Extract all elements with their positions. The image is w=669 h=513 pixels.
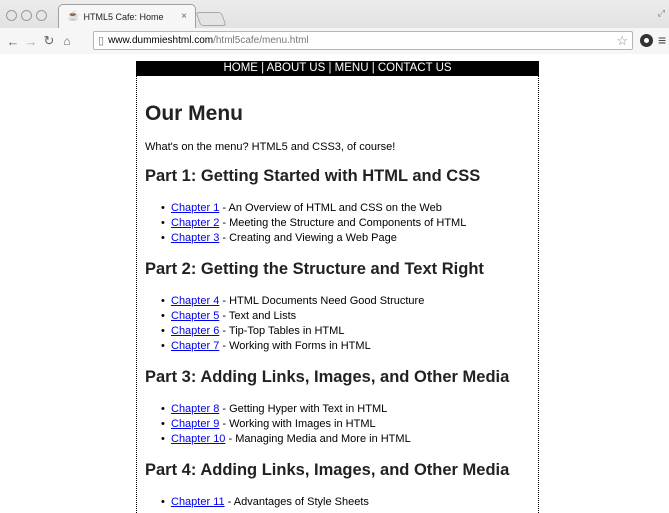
chapter-desc: - Tip-Top Tables in HTML bbox=[219, 325, 345, 337]
list-item: Chapter 2 - Meeting the Structure and Co… bbox=[161, 216, 530, 231]
list-item: Chapter 5 - Text and Lists bbox=[161, 309, 530, 324]
page-icon: ▯ bbox=[98, 35, 105, 47]
list-item: Chapter 7 - Working with Forms in HTML bbox=[161, 339, 530, 354]
chapter-link[interactable]: Chapter 4 bbox=[171, 295, 219, 307]
site-navbar: HOME | ABOUT US | MENU | CONTACT US bbox=[136, 61, 539, 76]
chapter-link[interactable]: Chapter 5 bbox=[171, 310, 219, 322]
star-icon[interactable]: ☆ bbox=[616, 33, 628, 49]
chapter-link[interactable]: Chapter 6 bbox=[171, 325, 219, 337]
chapter-link[interactable]: Chapter 7 bbox=[171, 340, 219, 352]
chapter-desc: - Getting Hyper with Text in HTML bbox=[219, 403, 388, 415]
list-item: Chapter 8 - Getting Hyper with Text in H… bbox=[161, 402, 530, 417]
part-heading: Part 3: Adding Links, Images, and Other … bbox=[145, 368, 510, 386]
part-heading: Part 1: Getting Started with HTML and CS… bbox=[145, 167, 481, 185]
tab-title: HTML5 Cafe: Home bbox=[83, 11, 164, 22]
browser-toolbar: ← → ↻ ⌂ ▯ www.dummieshtml.com/html5cafe/… bbox=[0, 28, 669, 54]
chapter-desc: - Advantages of Style Sheets bbox=[224, 496, 369, 508]
intro-text: What's on the menu? HTML5 and CSS3, of c… bbox=[145, 141, 396, 153]
browser-tab[interactable]: ☕ HTML5 Cafe: Home × bbox=[58, 4, 196, 28]
chapter-link[interactable]: Chapter 3 bbox=[171, 232, 219, 244]
home-icon[interactable]: ⌂ bbox=[60, 34, 74, 48]
chapter-list: Chapter 11 - Advantages of Style Sheets bbox=[161, 495, 530, 510]
forward-icon[interactable]: → bbox=[24, 34, 38, 49]
chapter-desc: - Text and Lists bbox=[219, 310, 297, 322]
chapter-link[interactable]: Chapter 10 bbox=[171, 433, 225, 445]
page-title: Our Menu bbox=[145, 102, 243, 125]
back-icon[interactable]: ← bbox=[6, 34, 20, 49]
chapter-list: Chapter 1 - An Overview of HTML and CSS … bbox=[161, 201, 530, 246]
extension-icon[interactable] bbox=[640, 34, 653, 47]
minimize-window-button[interactable] bbox=[21, 10, 32, 21]
chapter-link[interactable]: Chapter 1 bbox=[171, 202, 219, 214]
chapter-link[interactable]: Chapter 11 bbox=[171, 496, 225, 508]
chapter-desc: - Managing Media and More in HTML bbox=[225, 433, 411, 445]
close-window-button[interactable] bbox=[6, 10, 17, 21]
browser-chrome: ☕ HTML5 Cafe: Home × ⤢ ← → ↻ ⌂ ▯ www.dum… bbox=[0, 0, 669, 54]
chapter-list: Chapter 8 - Getting Hyper with Text in H… bbox=[161, 402, 530, 447]
chapter-link[interactable]: Chapter 2 bbox=[171, 217, 219, 229]
fullscreen-icon[interactable]: ⤢ bbox=[658, 8, 665, 19]
chapter-link[interactable]: Chapter 8 bbox=[171, 403, 219, 415]
address-bar[interactable]: ▯ www.dummieshtml.com/html5cafe/menu.htm… bbox=[93, 31, 633, 50]
chapter-desc: - Working with Images in HTML bbox=[219, 418, 376, 430]
page-viewport: HOME | ABOUT US | MENU | CONTACT US Our … bbox=[0, 55, 669, 513]
chapter-desc: - Working with Forms in HTML bbox=[219, 340, 371, 352]
reload-icon[interactable]: ↻ bbox=[42, 33, 56, 49]
close-icon[interactable]: × bbox=[181, 11, 187, 22]
list-item: Chapter 10 - Managing Media and More in … bbox=[161, 432, 530, 447]
url-path: /html5cafe/menu.html bbox=[213, 35, 309, 46]
part-heading: Part 4: Adding Links, Images, and Other … bbox=[145, 461, 510, 479]
part-heading: Part 2: Getting the Structure and Text R… bbox=[145, 260, 484, 278]
list-item: Chapter 3 - Creating and Viewing a Web P… bbox=[161, 231, 530, 246]
window-controls bbox=[6, 10, 47, 21]
chapter-list: Chapter 4 - HTML Documents Need Good Str… bbox=[161, 294, 530, 354]
list-item: Chapter 6 - Tip-Top Tables in HTML bbox=[161, 324, 530, 339]
menu-icon[interactable]: ≡ bbox=[658, 32, 666, 48]
page-content: Our Menu What's on the menu? HTML5 and C… bbox=[137, 102, 538, 510]
chapter-desc: - Creating and Viewing a Web Page bbox=[219, 232, 397, 244]
navbar-links[interactable]: HOME | ABOUT US | MENU | CONTACT US bbox=[223, 62, 451, 74]
list-item: Chapter 9 - Working with Images in HTML bbox=[161, 417, 530, 432]
page-container: HOME | ABOUT US | MENU | CONTACT US Our … bbox=[136, 61, 539, 513]
url-host: www.dummieshtml.com bbox=[108, 35, 214, 46]
list-item: Chapter 11 - Advantages of Style Sheets bbox=[161, 495, 530, 510]
list-item: Chapter 4 - HTML Documents Need Good Str… bbox=[161, 294, 530, 309]
chapter-desc: - HTML Documents Need Good Structure bbox=[219, 295, 425, 307]
zoom-window-button[interactable] bbox=[36, 10, 47, 21]
new-tab-button[interactable] bbox=[195, 12, 227, 26]
chapter-link[interactable]: Chapter 9 bbox=[171, 418, 219, 430]
favicon-icon: ☕ bbox=[67, 11, 80, 22]
list-item: Chapter 1 - An Overview of HTML and CSS … bbox=[161, 201, 530, 216]
chapter-desc: - Meeting the Structure and Components o… bbox=[219, 217, 467, 229]
chapter-desc: - An Overview of HTML and CSS on the Web bbox=[219, 202, 442, 214]
